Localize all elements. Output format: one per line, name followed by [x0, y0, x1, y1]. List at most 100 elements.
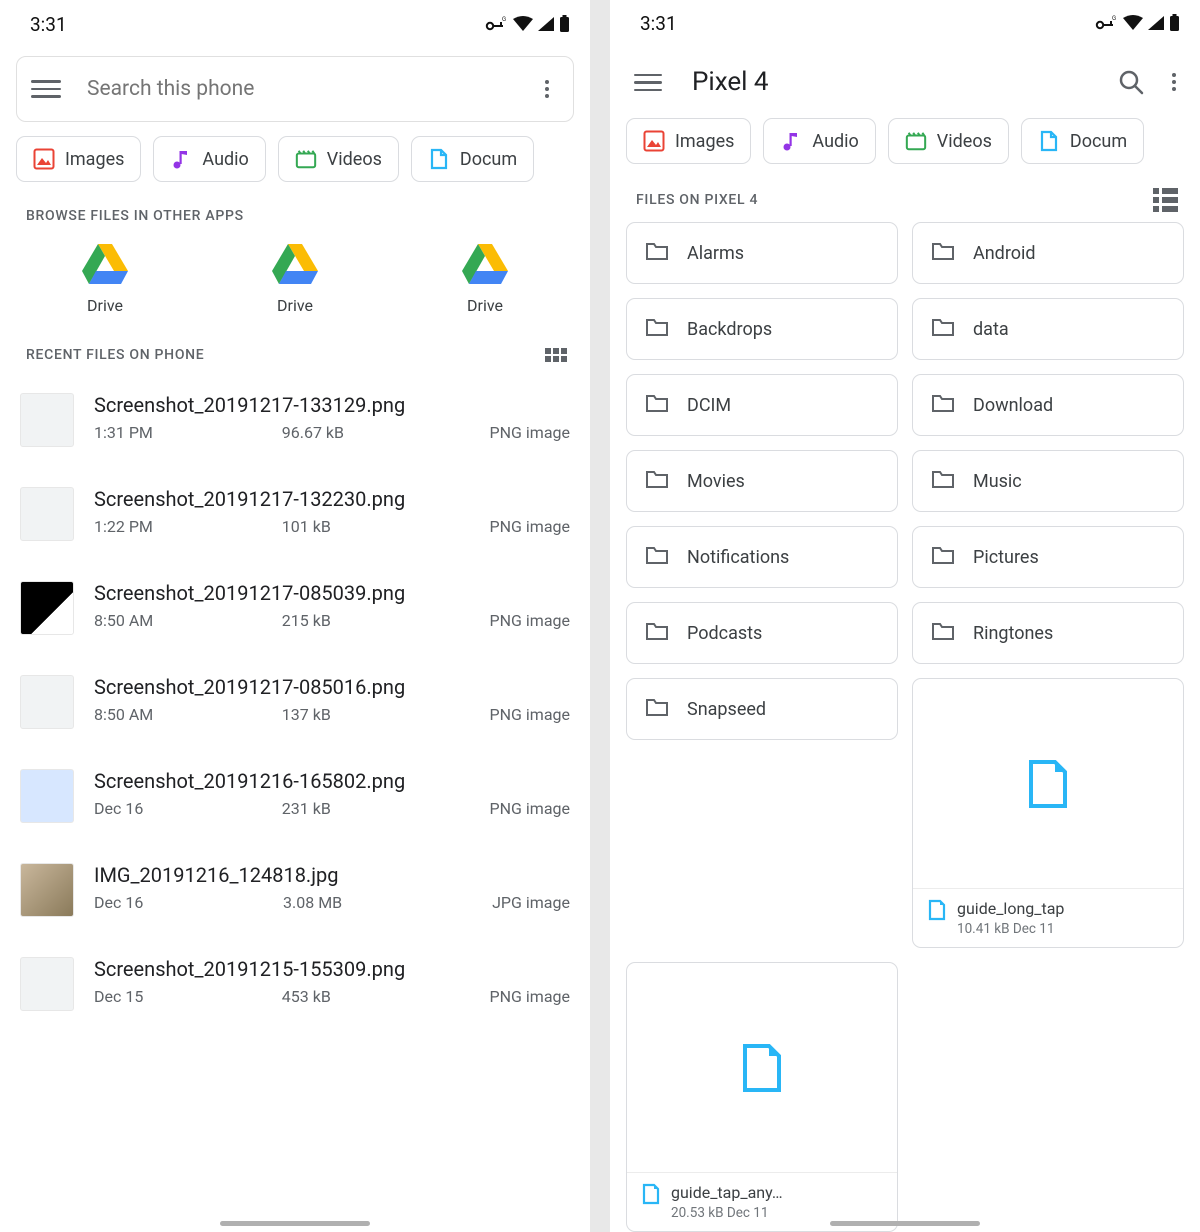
file-size: 101 kB	[282, 517, 402, 536]
folders-grid: Alarms Android Backdrops dataDCIMDownload Mo…	[610, 222, 1200, 1232]
chip-videos[interactable]: Videos	[278, 136, 399, 182]
file-row[interactable]: Screenshot_20191217-085039.png 8:50 AM 215…	[16, 561, 574, 655]
file-time: 1:31 PM	[94, 423, 194, 442]
folder-label: Notifications	[687, 547, 789, 568]
file-thumbnail	[20, 487, 74, 541]
file-thumbnail	[20, 863, 74, 917]
chip-documents[interactable]: Docum	[411, 136, 534, 182]
folder-icon	[931, 240, 955, 267]
folder-item[interactable]: Movies	[626, 450, 898, 512]
file-kind: JPG image	[492, 893, 570, 912]
folder-label: Alarms	[687, 243, 744, 264]
file-row[interactable]: Screenshot_20191217-133129.png1:31 PM96.…	[16, 373, 574, 467]
audio-icon	[780, 130, 802, 152]
folder-item[interactable]: Ringtones	[912, 602, 1184, 664]
folder-icon	[931, 468, 955, 495]
folder-icon	[645, 316, 669, 343]
folder-item[interactable]: Backdrops	[626, 298, 898, 360]
file-time: Dec 16	[94, 893, 194, 912]
search-input[interactable]	[87, 77, 535, 101]
page-title: Pixel 4	[692, 67, 1118, 97]
recent-files-list: Screenshot_20191217-133129.png1:31 PM96.…	[0, 373, 590, 1031]
app-label: Drive	[277, 296, 313, 315]
file-thumbnail	[20, 769, 74, 823]
file-size: 215 kB	[282, 611, 402, 630]
folder-item[interactable]: Alarms	[626, 222, 898, 284]
file-kind: PNG image	[490, 987, 570, 1006]
file-thumbnail	[20, 957, 74, 1011]
folder-label: Movies	[687, 471, 745, 492]
search-icon[interactable]	[1118, 69, 1144, 95]
chip-images[interactable]: Images	[626, 118, 751, 164]
file-row[interactable]: Screenshot_20191217-085016.png8:50 AM137…	[16, 655, 574, 749]
chip-audio[interactable]: Audio	[763, 118, 875, 164]
clock: 3:31	[640, 12, 677, 35]
file-row[interactable]: Screenshot_20191215-155309.pngDec 15453 …	[16, 937, 574, 1031]
folder-label: Android	[973, 243, 1036, 264]
status-icons: G	[1095, 14, 1180, 32]
app-drive-3[interactable]: Drive	[462, 244, 508, 315]
more-options-button[interactable]	[1172, 73, 1176, 91]
chip-images[interactable]: Images	[16, 136, 141, 182]
file-time: 1:22 PM	[94, 517, 194, 536]
file-icon	[913, 679, 1183, 888]
more-options-button[interactable]	[535, 80, 559, 98]
other-apps-row: Drive Drive Drive	[0, 234, 590, 333]
home-indicator[interactable]	[220, 1221, 370, 1226]
chip-label: Images	[675, 131, 734, 152]
hamburger-icon[interactable]	[634, 69, 662, 95]
status-icons: G	[485, 15, 570, 33]
file-row[interactable]: IMG_20191216_124818.jpgDec 163.08 MBJPG …	[16, 843, 574, 937]
list-view-button[interactable]	[1153, 188, 1178, 212]
folder-label: Music	[973, 471, 1022, 492]
signal-icon	[537, 16, 555, 32]
folder-item[interactable]: Download	[912, 374, 1184, 436]
section-heading: BROWSE FILES IN OTHER APPS	[26, 208, 244, 224]
file-kind: PNG image	[490, 423, 570, 442]
file-time: 8:50 AM	[94, 611, 194, 630]
file-name: Screenshot_20191217-132230.png	[94, 487, 570, 511]
clock: 3:31	[30, 13, 67, 36]
drive-icon	[82, 244, 128, 284]
file-kind: PNG image	[490, 799, 570, 818]
folder-item[interactable]: Pictures	[912, 526, 1184, 588]
drive-icon	[272, 244, 318, 284]
folder-item[interactable]: DCIM	[626, 374, 898, 436]
file-row[interactable]: Screenshot_20191217-132230.png 1:22 PM 101…	[16, 467, 574, 561]
folder-icon	[931, 316, 955, 343]
file-row[interactable]: Screenshot_20191216-165802.pngDec 16231 …	[16, 749, 574, 843]
chip-audio[interactable]: Audio	[153, 136, 265, 182]
file-size: 453 kB	[282, 987, 402, 1006]
vpn-key-icon: G	[1095, 15, 1119, 31]
file-sub: 10.41 kB Dec 11	[957, 921, 1064, 937]
app-drive-2[interactable]: Drive	[272, 244, 318, 315]
folder-icon	[645, 240, 669, 267]
file-card[interactable]: guide_long_tap10.41 kB Dec 11	[912, 678, 1184, 948]
app-drive-1[interactable]: Drive	[82, 244, 128, 315]
svg-text:G: G	[502, 16, 506, 23]
folder-icon	[931, 544, 955, 571]
search-bar[interactable]	[16, 56, 574, 122]
folder-item[interactable]: Podcasts	[626, 602, 898, 664]
folder-item[interactable]: data	[912, 298, 1184, 360]
vpn-key-icon: G	[485, 16, 509, 32]
hamburger-icon[interactable]	[31, 74, 61, 104]
folder-item[interactable]: Android	[912, 222, 1184, 284]
folder-item[interactable]: Notifications	[626, 526, 898, 588]
folder-item[interactable]: Snapseed	[626, 678, 898, 740]
grid-view-button[interactable]	[544, 347, 568, 363]
folder-label: Backdrops	[687, 319, 772, 340]
top-app-bar: Pixel 4	[610, 48, 1200, 116]
folder-item[interactable]: Music	[912, 450, 1184, 512]
wifi-icon	[1123, 15, 1143, 31]
folder-icon	[645, 468, 669, 495]
folder-label: Podcasts	[687, 623, 762, 644]
chip-videos[interactable]: Videos	[888, 118, 1009, 164]
chip-documents[interactable]: Docum	[1021, 118, 1144, 164]
home-indicator[interactable]	[830, 1221, 980, 1226]
file-name: Screenshot_20191217-085039.png	[94, 581, 570, 605]
svg-text:G: G	[1112, 15, 1116, 22]
app-label: Drive	[467, 296, 503, 315]
file-card[interactable]: guide_tap_any…20.53 kB Dec 11	[626, 962, 898, 1232]
chip-label: Videos	[937, 131, 992, 152]
